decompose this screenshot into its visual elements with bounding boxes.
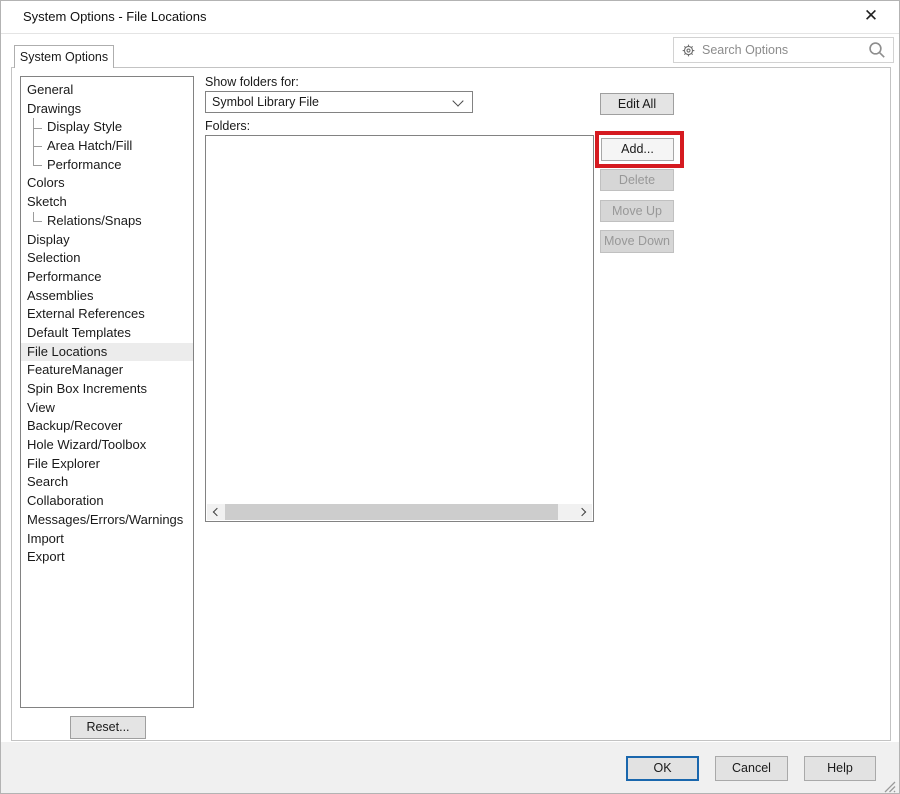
sidebar-item-performance[interactable]: Performance [21,156,193,175]
sidebar-item-collaboration[interactable]: Collaboration [21,492,193,511]
sidebar-item-hole-wizard-toolbox[interactable]: Hole Wizard/Toolbox [21,436,193,455]
sidebar-item-display-style[interactable]: Display Style [21,118,193,137]
sidebar-item-file-explorer[interactable]: File Explorer [21,455,193,474]
tab-system-options[interactable]: System Options [14,45,114,68]
sidebar-item-colors[interactable]: Colors [21,174,193,193]
delete-button: Delete [600,169,674,191]
edit-all-button[interactable]: Edit All [600,93,674,115]
horizontal-scrollbar[interactable] [207,504,592,520]
titlebar-separator [1,33,899,34]
sidebar-item-file-locations[interactable]: File Locations [21,343,193,362]
ok-button[interactable]: OK [626,756,699,781]
scrollbar-thumb[interactable] [225,504,558,520]
add-button[interactable]: Add... [601,138,674,161]
help-button[interactable]: Help [804,756,876,781]
sidebar-item-relations-snaps[interactable]: Relations/Snaps [21,212,193,231]
close-icon[interactable]: ✕ [851,1,891,33]
sidebar-item-area-hatch-fill[interactable]: Area Hatch/Fill [21,137,193,156]
move-down-button: Move Down [600,230,674,253]
sidebar-item-export[interactable]: Export [21,548,193,567]
sidebar-item-drawings[interactable]: Drawings [21,100,193,119]
sidebar-item-search[interactable]: Search [21,473,193,492]
show-folders-label: Show folders for: [205,75,299,89]
reset-button[interactable]: Reset... [70,716,146,739]
sidebar-item-assemblies[interactable]: Assemblies [21,287,193,306]
search-icon[interactable] [868,41,886,59]
sidebar-item-external-references[interactable]: External References [21,305,193,324]
sidebar-item-spin-box-increments[interactable]: Spin Box Increments [21,380,193,399]
sidebar-item-messages-errors-warnings[interactable]: Messages/Errors/Warnings [21,511,193,530]
sidebar-item-display[interactable]: Display [21,231,193,250]
window-title: System Options - File Locations [23,1,207,33]
sidebar-item-import[interactable]: Import [21,530,193,549]
sidebar-item-sketch[interactable]: Sketch [21,193,193,212]
search-input[interactable] [702,43,862,57]
chevron-down-icon [452,95,463,106]
scroll-right-icon[interactable] [575,504,592,520]
titlebar: System Options - File Locations ✕ [1,1,899,33]
scroll-left-icon[interactable] [207,504,224,520]
footer-bar: OK Cancel Help [1,742,899,794]
dropdown-value: Symbol Library File [212,95,319,109]
sidebar-item-general[interactable]: General [21,81,193,100]
gear-icon [681,43,696,58]
resize-grip-icon[interactable] [882,779,896,793]
folders-label: Folders: [205,119,250,133]
sidebar-item-performance[interactable]: Performance [21,268,193,287]
sidebar-item-view[interactable]: View [21,399,193,418]
sidebar-item-default-templates[interactable]: Default Templates [21,324,193,343]
sidebar-item-selection[interactable]: Selection [21,249,193,268]
system-options-dialog: System Options - File Locations ✕ System… [0,0,900,794]
move-up-button: Move Up [600,200,674,222]
tab-page: GeneralDrawingsDisplay StyleArea Hatch/F… [11,67,891,741]
show-folders-dropdown[interactable]: Symbol Library File [205,91,473,113]
folders-list[interactable] [205,135,594,522]
sidebar-item-featuremanager[interactable]: FeatureManager [21,361,193,380]
sidebar-item-backup-recover[interactable]: Backup/Recover [21,417,193,436]
options-tree: GeneralDrawingsDisplay StyleArea Hatch/F… [20,76,194,708]
search-box[interactable] [673,37,894,63]
cancel-button[interactable]: Cancel [715,756,788,781]
